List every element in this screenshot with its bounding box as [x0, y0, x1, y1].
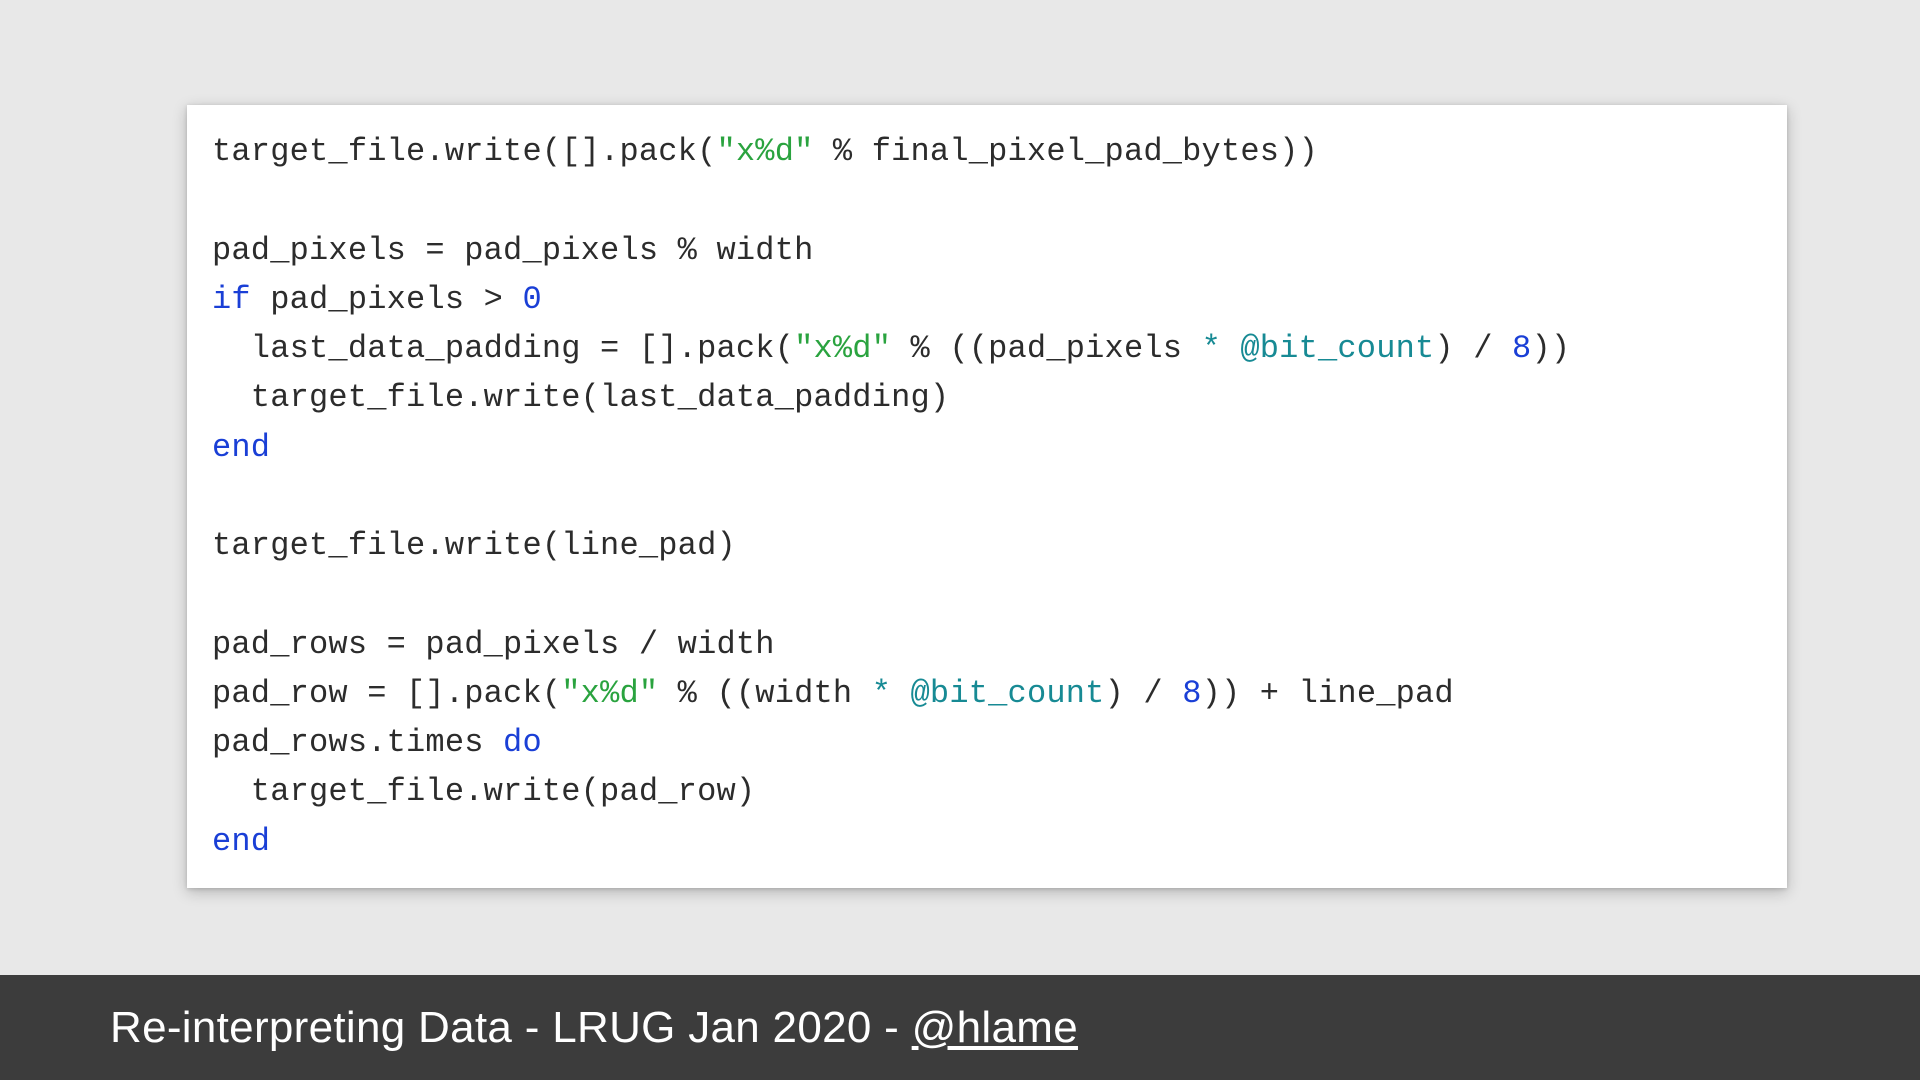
- footer-bar: Re-interpreting Data - LRUG Jan 2020 - @…: [0, 975, 1920, 1080]
- code-block: target_file.write([].pack("x%d" % final_…: [212, 127, 1762, 866]
- code-line-3: pad_pixels = pad_pixels % width: [212, 232, 814, 269]
- code-line-9: target_file.write(line_pad): [212, 527, 736, 564]
- code-line-1: target_file.write([].pack("x%d" % final_…: [212, 133, 1318, 170]
- code-line-5: last_data_padding = [].pack("x%d" % ((pa…: [212, 330, 1570, 367]
- footer-sep-1: -: [512, 1003, 552, 1052]
- footer-event: LRUG Jan 2020: [552, 1003, 871, 1052]
- code-line-4: if pad_pixels > 0: [212, 281, 542, 318]
- code-line-11: pad_rows = pad_pixels / width: [212, 626, 775, 663]
- footer-sep-2: -: [872, 1003, 912, 1052]
- code-card: target_file.write([].pack("x%d" % final_…: [187, 105, 1787, 888]
- footer-title: Re-interpreting Data: [110, 1003, 512, 1052]
- code-line-7: end: [212, 429, 270, 466]
- footer-handle[interactable]: @hlame: [912, 1003, 1078, 1052]
- footer-text: Re-interpreting Data - LRUG Jan 2020 - @…: [110, 1003, 1078, 1053]
- code-line-13: pad_rows.times do: [212, 724, 542, 761]
- code-line-15: end: [212, 823, 270, 860]
- code-line-14: target_file.write(pad_row): [212, 773, 755, 810]
- code-line-6: target_file.write(last_data_padding): [212, 379, 949, 416]
- code-line-12: pad_row = [].pack("x%d" % ((width * @bit…: [212, 675, 1454, 712]
